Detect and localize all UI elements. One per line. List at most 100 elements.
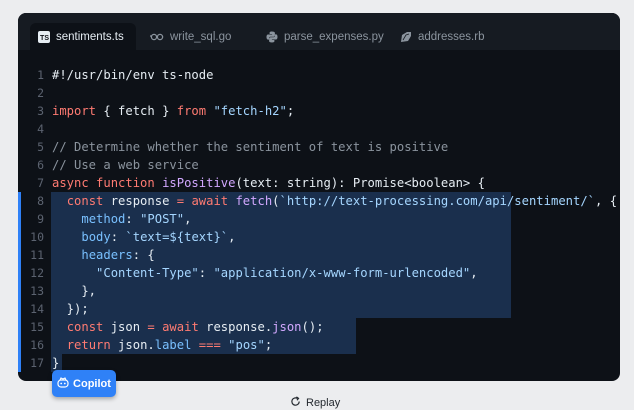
line-number: 4: [37, 122, 44, 136]
code-token: ,: [228, 230, 236, 244]
code-text: });: [52, 300, 89, 318]
line-number: 2: [37, 86, 44, 100]
suggestion-highlight: [51, 300, 511, 318]
code-text: body: `text=${text}`,: [52, 228, 235, 246]
suggestion-gutter-marker: [18, 264, 21, 282]
code-line: 11 headers: {: [18, 246, 620, 264]
line-number: 5: [37, 140, 44, 154]
line-number: 14: [30, 302, 44, 316]
code-line: 3 import { fetch } from "fetch-h2";: [18, 102, 620, 120]
code-token: await: [191, 194, 229, 208]
line-number: 11: [30, 248, 44, 262]
suggestion-gutter-marker: [18, 210, 21, 228]
code-token: fetch: [235, 194, 273, 208]
suggestion-gutter-marker: [18, 300, 21, 318]
code-token: , {: [595, 194, 618, 208]
code-text: const response = await fetch(`http://tex…: [52, 192, 617, 210]
code-token: headers: [81, 248, 133, 262]
typescript-icon: TS: [38, 30, 50, 43]
suggestion-gutter-marker: [18, 192, 21, 210]
suggestion-gutter-marker: [18, 318, 21, 336]
line-number: 7: [37, 176, 44, 190]
code-token: json: [272, 320, 302, 334]
copilot-icon: [57, 376, 69, 391]
code-text: },: [52, 282, 96, 300]
code-line: 12 "Content-Type": "application/x-www-fo…: [18, 264, 620, 282]
code-token: ===: [198, 338, 221, 352]
code-text: // Use a web service: [52, 156, 199, 174]
code-editor-window: TS sentiments.ts write_sql.go parse_expe…: [18, 13, 620, 381]
code-token: `http://text-processing.com/api/sentimen…: [279, 194, 596, 208]
code-token: ;: [264, 338, 273, 352]
code-text: "Content-Type": "application/x-www-form-…: [52, 264, 478, 282]
suggestion-highlight: [51, 282, 511, 300]
code-token: { fetch }: [96, 104, 177, 118]
line-number: 1: [37, 68, 44, 82]
copilot-label: Copilot: [73, 377, 111, 390]
code-line: 14 });: [18, 300, 620, 318]
suggestion-gutter-marker: [18, 282, 21, 300]
code-line: 10 body: `text=${text}`,: [18, 228, 620, 246]
code-token: });: [52, 302, 89, 316]
code-text: return json.label === "pos";: [52, 336, 272, 354]
tab-write-sql-go[interactable]: write_sql.go: [142, 23, 248, 50]
line-number: 3: [37, 104, 44, 118]
suggestion-gutter-marker: [18, 246, 21, 264]
code-token: json.: [110, 338, 155, 352]
line-number: 16: [30, 338, 44, 352]
line-number: 17: [30, 356, 44, 370]
code-line: 16 return json.label === "pos";: [18, 336, 620, 354]
code-line: 15 const json = await response.json();: [18, 318, 620, 336]
code-token: isPositive: [162, 176, 236, 190]
code-token: ,: [470, 266, 478, 280]
line-number: 12: [30, 266, 44, 280]
code-token: ;: [286, 104, 295, 118]
code-token: ,: [184, 212, 192, 226]
code-token: :: [198, 266, 214, 280]
line-number: 9: [37, 212, 44, 226]
code-token: "fetch-h2": [213, 104, 287, 118]
line-number: 8: [37, 194, 44, 208]
code-token: response.: [198, 320, 273, 334]
code-token: #!/usr/bin/env ts-node: [52, 68, 214, 82]
tab-label: write_sql.go: [170, 30, 232, 43]
code-token: },: [52, 284, 97, 298]
code-token: import: [52, 104, 97, 118]
code-line: 6 // Use a web service: [18, 156, 620, 174]
code-token: const: [66, 320, 104, 334]
code-token: response: [103, 194, 177, 208]
tab-parse-expenses-py[interactable]: parse_expenses.py: [258, 23, 384, 50]
code-text: async function isPositive(text: string):…: [52, 174, 485, 192]
code-token: "application/x-www-form-urlencoded": [213, 266, 471, 280]
code-line: 7 async function isPositive(text: string)…: [18, 174, 620, 192]
code-token: // Use a web service: [52, 158, 199, 172]
replay-icon: [290, 396, 301, 410]
code-token: json: [103, 320, 148, 334]
suggestion-gutter-marker: [18, 336, 21, 354]
tab-addresses-rb[interactable]: addresses.rb: [392, 23, 496, 50]
code-text: import { fetch } from "fetch-h2";: [52, 102, 294, 120]
copilot-button[interactable]: Copilot: [52, 370, 116, 397]
code-token: }: [52, 356, 60, 370]
code-token: :: [125, 212, 141, 226]
tab-bar: TS sentiments.ts write_sql.go parse_expe…: [18, 13, 620, 50]
python-icon: [266, 31, 278, 43]
code-line: 4: [18, 120, 620, 138]
code-text: const json = await response.json();: [52, 318, 324, 336]
tab-label: addresses.rb: [418, 30, 485, 43]
replay-button[interactable]: Replay: [290, 396, 340, 410]
code-text: // Determine whether the sentiment of te…: [52, 138, 448, 156]
line-number: 10: [30, 230, 44, 244]
code-line: 2: [18, 84, 620, 102]
tab-sentiments-ts[interactable]: TS sentiments.ts: [30, 23, 136, 50]
code-token: (text: string): Promise<boolean> {: [235, 176, 485, 190]
tab-label: parse_expenses.py: [284, 30, 384, 43]
